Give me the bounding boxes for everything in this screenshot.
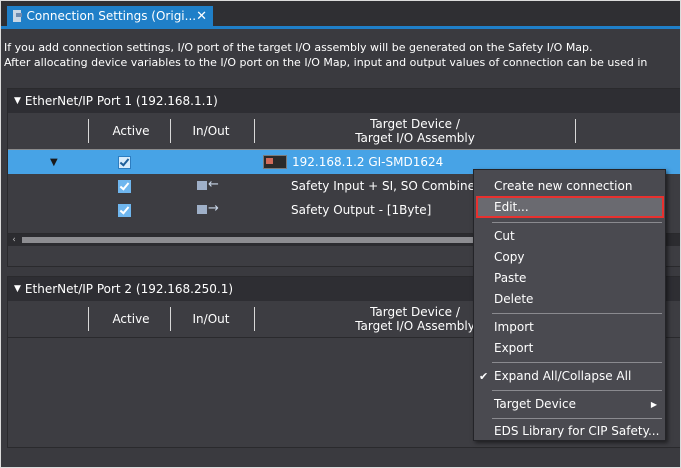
collapse-triangle-icon[interactable]: ▼ [14, 96, 21, 106]
menu-item-eds-library[interactable]: EDS Library for CIP Safety... [474, 420, 665, 442]
column-inout[interactable]: In/Out [171, 113, 251, 149]
menu-item-import[interactable]: Import [474, 316, 665, 338]
context-menu: Create new connection Edit... Cut Copy P… [473, 169, 666, 441]
info-line-1: If you add connection settings, I/O port… [4, 41, 593, 54]
menu-item-paste[interactable]: Paste [474, 267, 665, 289]
close-icon[interactable]: ✕ [196, 9, 207, 24]
menu-item-target-device-label: Target Device [494, 397, 576, 411]
menu-item-target-device[interactable]: Target Device ▶ [474, 393, 665, 415]
column-target-line1: Target Device / [370, 305, 460, 319]
menu-item-cut[interactable]: Cut [474, 225, 665, 247]
menu-item-copy[interactable]: Copy [474, 246, 665, 268]
port1-header-row: Active In/Out Target Device / Target I/O… [8, 113, 680, 150]
target-device-name: 192.168.1.2 GI-SMD1624 [292, 155, 444, 169]
column-target-line2: Target I/O Assembly [355, 131, 475, 145]
menu-separator [492, 362, 662, 363]
scrollbar-thumb[interactable] [22, 237, 480, 243]
inout-cell: ← [197, 174, 221, 198]
column-inout[interactable]: In/Out [171, 301, 251, 337]
column-target-line1: Target Device / [370, 117, 460, 131]
input-arrow-icon: ← [197, 177, 221, 192]
info-line-2: After allocating device variables to the… [4, 56, 648, 69]
tab-underline [1, 26, 681, 29]
port1-header[interactable]: ▼ EtherNet/IP Port 1 (192.168.1.1) [8, 89, 680, 113]
menu-item-edit[interactable]: Edit... [476, 196, 664, 218]
menu-item-expand-label: Expand All/Collapse All [494, 369, 632, 383]
port1-title: EtherNet/IP Port 1 (192.168.1.1) [24, 94, 218, 108]
active-cell [118, 174, 131, 198]
menu-separator [492, 222, 662, 223]
tab-bar: Connection Settings (Origi... ✕ [1, 0, 681, 26]
column-divider[interactable] [575, 119, 576, 143]
tab-connection-settings[interactable]: Connection Settings (Origi... ✕ [7, 6, 213, 26]
column-target[interactable]: Target Device / Target I/O Assembly [255, 113, 575, 149]
menu-separator [492, 313, 662, 314]
inout-cell: → [197, 198, 221, 222]
device-icon [263, 155, 287, 169]
output-arrow-icon: → [197, 201, 221, 216]
menu-separator [492, 418, 662, 419]
document-icon [13, 10, 22, 22]
submenu-arrow-icon: ▶ [650, 399, 657, 409]
expand-triangle-icon[interactable]: ▼ [50, 150, 58, 174]
menu-item-delete[interactable]: Delete [474, 288, 665, 310]
target-assembly: Safety Output - [1Byte] [291, 203, 432, 217]
target-assembly: Safety Input + SI, SO Combined [291, 179, 483, 193]
active-checkbox[interactable] [118, 203, 131, 217]
menu-item-export[interactable]: Export [474, 337, 665, 359]
collapse-triangle-icon[interactable]: ▼ [14, 284, 21, 294]
active-cell [118, 150, 131, 174]
menu-item-expand-collapse[interactable]: ✔ Expand All/Collapse All [474, 365, 665, 387]
menu-item-create-connection[interactable]: Create new connection [474, 175, 665, 197]
checkmark-icon: ✔ [479, 369, 489, 383]
target-cell: 192.168.1.2 GI-SMD1624 [263, 150, 443, 174]
active-checkbox[interactable] [118, 179, 131, 193]
column-target-line2: Target I/O Assembly [355, 319, 475, 333]
tab-label: Connection Settings (Origi... [26, 9, 197, 23]
active-checkbox[interactable] [118, 155, 131, 169]
info-text: If you add connection settings, I/O port… [4, 40, 647, 70]
active-cell [118, 198, 131, 222]
port2-title: EtherNet/IP Port 2 (192.168.250.1) [24, 282, 234, 296]
scroll-left-icon[interactable]: ‹ [8, 234, 20, 246]
menu-separator [492, 390, 662, 391]
column-active[interactable]: Active [89, 301, 173, 337]
column-active[interactable]: Active [89, 113, 173, 149]
